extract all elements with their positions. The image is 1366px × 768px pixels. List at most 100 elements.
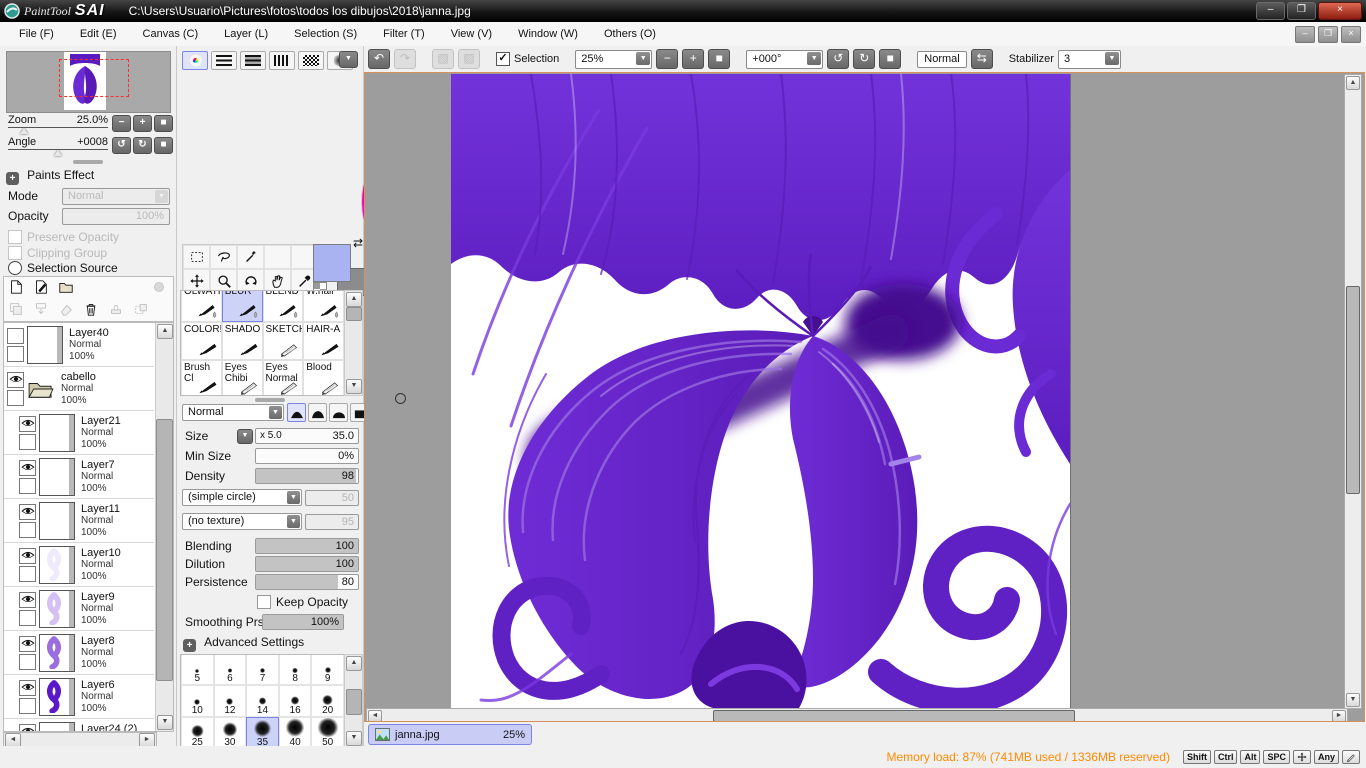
layer-select-checkbox[interactable] [7,390,24,406]
scroll-up-arrow[interactable]: ▲ [346,292,362,307]
brush-size-10[interactable]: 10 [181,685,214,717]
brush-preset-w-hair[interactable]: W.hair [303,290,344,322]
brush-palette-scrollbar[interactable]: ▲ ▼ [344,290,363,396]
lasso-tool[interactable] [210,245,237,269]
brush-preset-hair-a[interactable]: HAIR-A [303,322,344,360]
layer-visibility-checkbox[interactable] [7,372,24,388]
brush-shape-select[interactable]: (simple circle) ▼ [182,489,302,506]
deselect-button[interactable]: ▧ [432,49,454,69]
brush-preset-blood[interactable]: Blood [303,360,344,396]
clear-layer-button[interactable] [58,301,76,319]
scroll-up-arrow[interactable]: ▲ [1346,76,1360,90]
hls-sliders-tab[interactable] [240,51,266,70]
size-unit-button[interactable]: ▼ [237,429,253,444]
angle-slider-handle[interactable] [54,150,62,156]
view-rotate-cw-button[interactable]: ↻ [853,49,875,69]
brush-size-scrollbar[interactable]: ▲ ▼ [344,654,363,748]
layer-row-layer24-(2)[interactable]: Layer24 (2)Normal100% [4,719,154,732]
view-zoom-reset-button[interactable]: ■ [708,49,730,69]
copy-layer-button[interactable] [8,301,26,319]
chevron-down-icon[interactable]: ▼ [287,515,300,528]
swatch-grid-tab[interactable] [298,51,324,70]
brush-texture-amount-slider[interactable]: 95 [305,514,359,530]
brush-texture-select[interactable]: (no texture) ▼ [182,513,302,530]
layer-opacity-slider[interactable]: 100% [62,208,170,225]
brush-preset-blend[interactable]: BLEND [263,290,304,322]
brush-size-40[interactable]: 40 [279,717,312,748]
layer-row-layer10[interactable]: Layer10Normal100% [4,543,154,587]
menu-item-view[interactable]: View (V) [438,24,505,44]
color-wheel-tab[interactable] [182,51,208,70]
stabilizer-select[interactable]: 3 ▼ [1058,50,1121,69]
layer-visibility-checkbox[interactable] [19,504,36,520]
scroll-left-arrow[interactable]: ◄ [368,710,382,722]
brush-size-9[interactable]: 9 [311,654,344,685]
expand-plus-icon[interactable]: + [183,639,196,652]
expand-plus-icon[interactable]: + [6,172,19,185]
scrollbar-thumb[interactable] [346,307,362,321]
brush-preset-color-[interactable]: COLOR! [181,322,222,360]
selection-checkbox[interactable]: ✓ [496,52,510,66]
layer-visibility-checkbox[interactable] [19,592,36,608]
layer-row-layer40[interactable]: Layer40Normal100% [4,323,154,367]
chevron-down-icon[interactable]: ▼ [1105,52,1119,65]
mdi-restore-button[interactable]: ❐ [1318,26,1338,43]
menu-item-canvas[interactable]: Canvas (C) [130,24,212,44]
brush-size-7[interactable]: 7 [246,654,279,685]
primary-color-swatch[interactable] [313,244,351,282]
brush-preset-olwati[interactable]: OLWATI [181,290,222,322]
density-slider[interactable]: 98 [255,468,359,484]
mdi-minimize-button[interactable]: – [1295,26,1315,43]
new-linework-layer-button[interactable] [33,279,51,297]
scroll-down-arrow[interactable]: ▼ [346,379,362,394]
selection-source-row[interactable]: Selection Source [8,261,118,275]
stamp-layer-button[interactable] [108,301,126,319]
scroll-down-arrow[interactable]: ▼ [157,715,173,730]
window-minimize-button[interactable]: – [1256,2,1285,20]
brush-size-50[interactable]: 50 [311,717,344,748]
rect-select-tool[interactable] [183,245,210,269]
zoom-in-button[interactable]: + [133,115,152,132]
canvas-area[interactable]: ▲ ▼ ◄ ► [364,72,1365,722]
new-folder-button[interactable] [58,279,76,297]
brush-size-8[interactable]: 8 [279,654,312,685]
brush-size-16[interactable]: 16 [279,685,312,717]
brush-preset-eyes-normal[interactable]: Eyes Normal [263,360,304,396]
scrollbar-thumb[interactable] [346,689,362,715]
zoom-out-button[interactable]: − [112,115,131,132]
brush-preset-shado[interactable]: SHADO [222,322,263,360]
scroll-up-arrow[interactable]: ▲ [157,324,173,339]
layer-select-checkbox[interactable] [19,478,36,494]
layer-row-layer21[interactable]: Layer21Normal100% [4,411,154,455]
layer-mode-select[interactable]: Normal ▼ [62,188,170,205]
swap-colors-icon[interactable]: ⇄ [353,236,363,250]
chevron-down-icon[interactable]: ▼ [155,190,168,203]
view-angle-select[interactable]: +000° ▼ [746,50,823,69]
delete-layer-button[interactable] [83,301,101,319]
layer-select-checkbox[interactable] [19,698,36,714]
rotate-cw-button[interactable]: ↻ [133,137,152,154]
chevron-down-icon[interactable]: ▼ [636,52,650,65]
brush-blend-mode-select[interactable]: Normal ▼ [182,404,284,421]
menu-item-filter[interactable]: Filter (T) [370,24,438,44]
brush-size-25[interactable]: 25 [181,717,214,748]
menu-item-selection[interactable]: Selection (S) [281,24,370,44]
canvas-vscrollbar[interactable]: ▲ ▼ [1344,74,1362,709]
vscroll-thumb[interactable] [1346,286,1360,494]
chevron-down-icon[interactable]: ▼ [269,406,282,419]
view-zoom-out-button[interactable]: − [656,49,678,69]
brush-edge-medium-button[interactable] [308,403,327,422]
layer-select-checkbox[interactable] [7,346,24,362]
hscroll-thumb[interactable] [713,710,1075,722]
brush-size-5[interactable]: 5 [181,654,214,685]
layer-row-layer9[interactable]: Layer9Normal100% [4,587,154,631]
panel-divider-grip[interactable] [255,398,285,402]
canvas-hscrollbar[interactable]: ◄ ► [366,708,1348,722]
menu-item-edit[interactable]: Edit (E) [67,24,130,44]
merge-down-button[interactable] [33,301,51,319]
layer-select-checkbox[interactable] [19,522,36,538]
magic-wand-tool[interactable] [237,245,264,269]
layer-visibility-checkbox[interactable] [19,460,36,476]
layer-visibility-checkbox[interactable] [19,724,36,733]
layer-row-layer11[interactable]: Layer11Normal100% [4,499,154,543]
